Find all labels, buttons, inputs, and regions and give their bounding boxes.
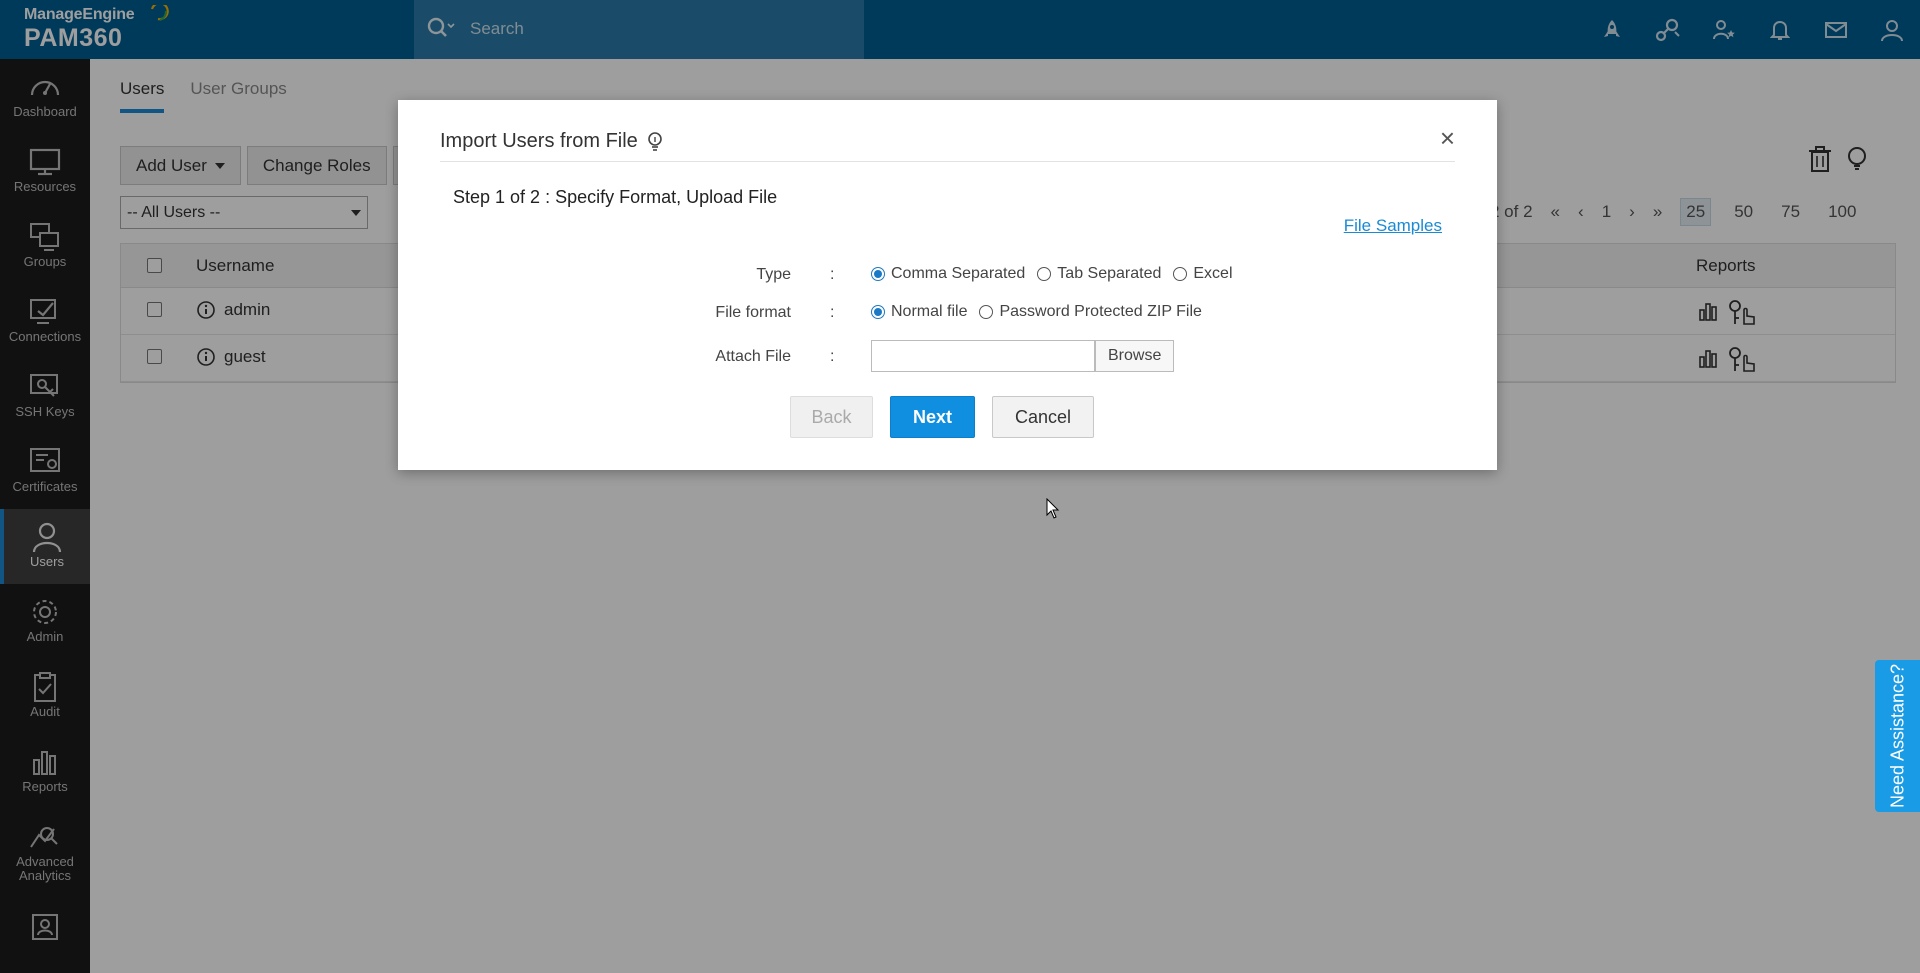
- file-format-options: Normal file Password Protected ZIP File: [871, 303, 1204, 321]
- back-button[interactable]: Back: [790, 396, 873, 438]
- colon: :: [830, 304, 835, 321]
- radio-normal-file[interactable]: [871, 305, 885, 319]
- option-label: Excel: [1193, 265, 1233, 282]
- import-users-dialog: Import Users from File × Step 1 of 2 : S…: [398, 100, 1497, 470]
- attach-file-label: Attach File: [715, 348, 791, 365]
- mouse-cursor-icon: [1046, 498, 1060, 519]
- type-options: Comma Separated Tab Separated Excel: [871, 265, 1235, 283]
- radio-password-zip[interactable]: [979, 305, 994, 319]
- colon: :: [830, 266, 835, 283]
- need-assistance-label: Need Assistance?: [1887, 663, 1907, 809]
- option-label: Comma Separated: [891, 265, 1026, 282]
- type-option-tab[interactable]: Tab Separated: [1037, 265, 1161, 283]
- cancel-button[interactable]: Cancel: [992, 396, 1094, 438]
- type-row: Type : Comma Separated Tab Separated Exc…: [398, 262, 1497, 292]
- dialog-actions: Back Next Cancel: [790, 396, 1094, 438]
- option-label: Normal file: [891, 303, 968, 320]
- type-option-comma[interactable]: Comma Separated: [871, 265, 1025, 283]
- dialog-header: Import Users from File ×: [440, 122, 1455, 162]
- radio-excel[interactable]: [1173, 267, 1188, 281]
- step-heading: Step 1 of 2 : Specify Format, Upload Fil…: [453, 187, 778, 207]
- radio-comma-separated[interactable]: [871, 267, 885, 281]
- format-option-normal[interactable]: Normal file: [871, 303, 967, 321]
- dialog-title: Import Users from File: [440, 130, 638, 152]
- option-label: Tab Separated: [1057, 265, 1162, 282]
- need-assistance-button[interactable]: Need Assistance?: [1875, 660, 1920, 812]
- radio-tab-separated[interactable]: [1037, 267, 1052, 281]
- file-samples-link[interactable]: File Samples: [1344, 216, 1442, 236]
- colon: :: [830, 348, 835, 365]
- close-icon[interactable]: ×: [1440, 125, 1455, 151]
- format-option-zip[interactable]: Password Protected ZIP File: [979, 303, 1202, 321]
- next-button[interactable]: Next: [890, 396, 975, 438]
- attach-file-control: Browse: [871, 340, 1175, 372]
- browse-button[interactable]: Browse: [1095, 340, 1175, 372]
- type-label: Type: [756, 266, 791, 283]
- lightbulb-icon[interactable]: [646, 131, 664, 153]
- file-format-row: File format : Normal file Password Prote…: [398, 300, 1497, 330]
- option-label: Password Protected ZIP File: [999, 303, 1202, 320]
- file-path-field[interactable]: [871, 340, 1095, 372]
- file-format-label: File format: [715, 304, 791, 321]
- attach-file-row: Attach File : Browse: [398, 340, 1497, 374]
- type-option-excel[interactable]: Excel: [1173, 265, 1233, 283]
